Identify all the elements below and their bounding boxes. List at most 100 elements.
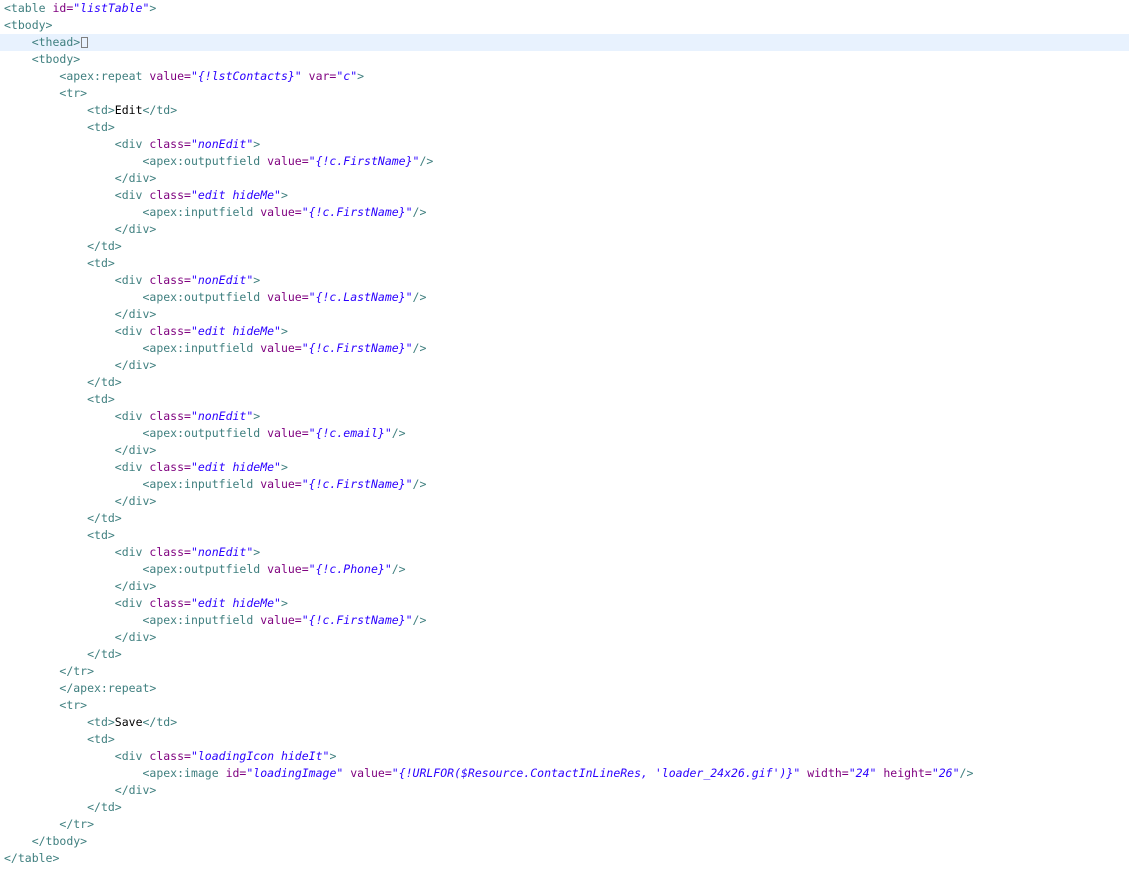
code-attribute-token: class=: [149, 188, 191, 202]
code-line[interactable]: </div>: [0, 578, 1129, 595]
code-line[interactable]: <div class="nonEdit">: [0, 136, 1129, 153]
code-line[interactable]: <td>: [0, 527, 1129, 544]
code-tag-token: </div>: [114, 630, 157, 644]
code-tag-token: <div: [114, 273, 150, 287]
code-text-token: Edit: [114, 103, 143, 117]
code-line[interactable]: </td>: [0, 238, 1129, 255]
code-attribute-token: value=: [260, 613, 302, 627]
code-line[interactable]: <div class="nonEdit">: [0, 272, 1129, 289]
code-line[interactable]: </tr>: [0, 816, 1129, 833]
code-line[interactable]: <apex:inputfield value="{!c.FirstName}"/…: [0, 476, 1129, 493]
code-line[interactable]: </div>: [0, 221, 1129, 238]
code-value-token: "{!lstContacts}": [190, 69, 302, 83]
code-line[interactable]: </div>: [0, 442, 1129, 459]
code-line[interactable]: </td>: [0, 799, 1129, 816]
code-line[interactable]: <apex:inputfield value="{!c.FirstName}"/…: [0, 612, 1129, 629]
code-tag-token: <div: [114, 324, 150, 338]
code-line[interactable]: <table id="listTable">: [0, 0, 1129, 17]
code-value-token: "{!c.FirstName}": [301, 613, 413, 627]
code-value-token: "edit hideMe": [190, 188, 281, 202]
code-tag-token: <thead>: [31, 35, 81, 49]
code-line[interactable]: </div>: [0, 629, 1129, 646]
code-line[interactable]: <apex:image id="loadingImage" value="{!U…: [0, 765, 1129, 782]
code-line[interactable]: <td>: [0, 391, 1129, 408]
code-line[interactable]: <div class="edit hideMe">: [0, 323, 1129, 340]
code-line[interactable]: </td>: [0, 646, 1129, 663]
code-line[interactable]: <div class="edit hideMe">: [0, 187, 1129, 204]
code-value-token: "listTable": [73, 1, 150, 15]
code-line[interactable]: </table>: [0, 850, 1129, 867]
code-tag-token: <table: [4, 1, 53, 15]
code-line[interactable]: <tr>: [0, 697, 1129, 714]
code-line[interactable]: <div class="edit hideMe">: [0, 595, 1129, 612]
code-line[interactable]: </tbody>: [0, 833, 1129, 850]
code-tag-token: </tr>: [59, 664, 95, 678]
code-line[interactable]: <td>Edit</td>: [0, 102, 1129, 119]
code-line[interactable]: </td>: [0, 510, 1129, 527]
code-line[interactable]: </div>: [0, 357, 1129, 374]
code-attribute-token: class=: [149, 749, 191, 763]
code-tag-token: </td>: [87, 800, 122, 814]
code-line[interactable]: <apex:outputfield value="{!c.LastName}"/…: [0, 289, 1129, 306]
code-line[interactable]: <td>: [0, 119, 1129, 136]
code-tag-token: <div: [114, 749, 150, 763]
code-attribute-token: value=: [343, 766, 392, 780]
code-tag-token: <apex:outputfield: [142, 426, 268, 440]
code-line[interactable]: <div class="edit hideMe">: [0, 459, 1129, 476]
code-value-token: "loadingImage": [246, 766, 344, 780]
code-line[interactable]: <tbody>: [0, 51, 1129, 68]
code-line[interactable]: <tbody>: [0, 17, 1129, 34]
folded-region-icon[interactable]: [81, 37, 89, 48]
code-line[interactable]: </div>: [0, 493, 1129, 510]
code-line[interactable]: <apex:outputfield value="{!c.email}"/>: [0, 425, 1129, 442]
code-tag-token: <tbody>: [31, 52, 81, 66]
code-tag-token: />: [412, 341, 427, 355]
code-attribute-token: class=: [149, 137, 191, 151]
code-line[interactable]: <apex:outputfield value="{!c.Phone}"/>: [0, 561, 1129, 578]
code-line[interactable]: <div class="nonEdit">: [0, 408, 1129, 425]
code-line[interactable]: </div>: [0, 170, 1129, 187]
code-attribute-token: value=: [260, 341, 302, 355]
code-line[interactable]: </tr>: [0, 663, 1129, 680]
code-tag-token: >: [253, 137, 261, 151]
code-attribute-token: value=: [267, 290, 309, 304]
code-value-token: "nonEdit": [190, 137, 254, 151]
code-line[interactable]: <div class="nonEdit">: [0, 544, 1129, 561]
code-tag-token: </div>: [114, 443, 157, 457]
code-line[interactable]: </div>: [0, 782, 1129, 799]
code-line[interactable]: <apex:repeat value="{!lstContacts}" var=…: [0, 68, 1129, 85]
code-line[interactable]: </apex:repeat>: [0, 680, 1129, 697]
code-line[interactable]: <td>Save</td>: [0, 714, 1129, 731]
code-line[interactable]: <td>: [0, 731, 1129, 748]
code-value-token: "26": [931, 766, 960, 780]
code-editor[interactable]: <table id="listTable"> <tbody> <thead> <t…: [0, 0, 1129, 872]
code-line[interactable]: <tr>: [0, 85, 1129, 102]
code-line[interactable]: <thead>: [0, 34, 1129, 51]
code-line[interactable]: <td>: [0, 255, 1129, 272]
code-line[interactable]: <apex:inputfield value="{!c.FirstName}"/…: [0, 340, 1129, 357]
code-line[interactable]: <div class="loadingIcon hideIt">: [0, 748, 1129, 765]
code-tag-token: <apex:outputfield: [142, 562, 268, 576]
code-line[interactable]: </div>: [0, 306, 1129, 323]
code-line[interactable]: <apex:outputfield value="{!c.FirstName}"…: [0, 153, 1129, 170]
code-line[interactable]: <apex:inputfield value="{!c.FirstName}"/…: [0, 204, 1129, 221]
code-line[interactable]: </td>: [0, 374, 1129, 391]
code-tag-token: </td>: [142, 715, 178, 729]
